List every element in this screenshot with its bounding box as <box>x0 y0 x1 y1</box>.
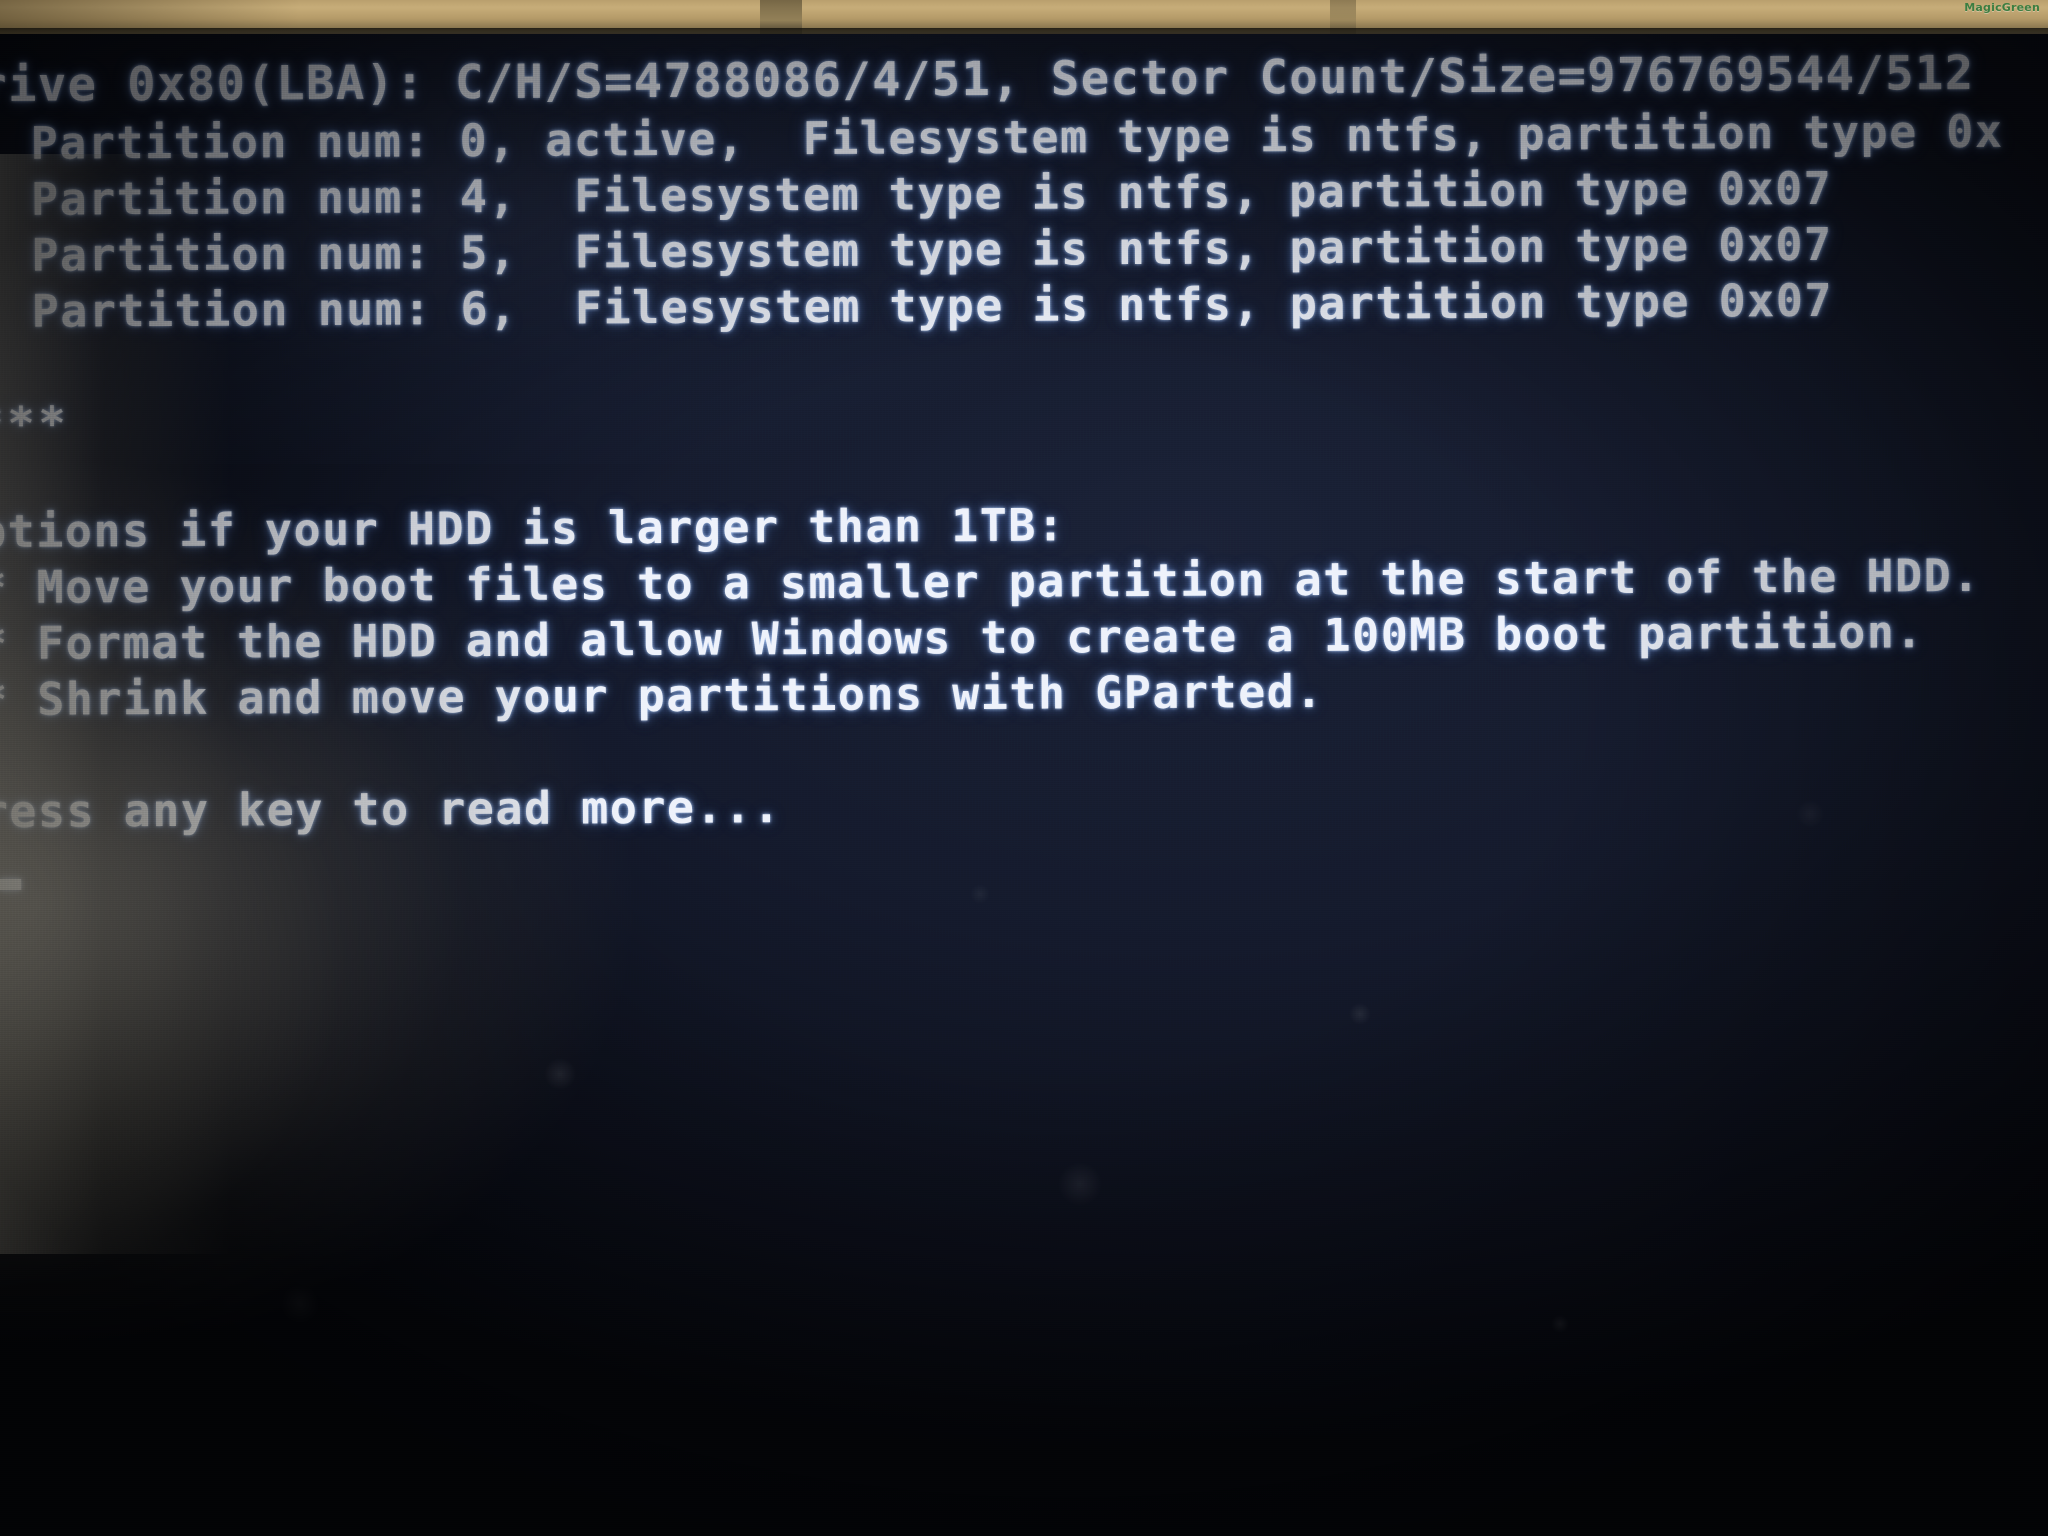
monitor-brand-label: MagicGreen <box>1964 1 2040 14</box>
screen-area: rive 0x80(LBA): C/H/S=4788086/4/51, Sect… <box>0 34 2048 1536</box>
partition-row-6: Partition num: 6, Filesystem type is ntf… <box>31 273 1834 338</box>
boot-console: rive 0x80(LBA): C/H/S=4788086/4/51, Sect… <box>0 34 2048 1536</box>
drive-info-line: rive 0x80(LBA): C/H/S=4788086/4/51, Sect… <box>0 45 1975 114</box>
option-item-shrink-move: * Shrink and move your partitions with G… <box>0 664 1325 727</box>
separator-asterisks: *** <box>0 396 70 451</box>
option-item-format-hdd: * Format the HDD and allow Windows to cr… <box>0 605 1925 671</box>
press-any-key-prompt: ress any key to read more... <box>0 780 782 839</box>
options-heading: ptions if your HDD is larger than 1TB: <box>0 498 1066 559</box>
monitor-photo: MagicGreen rive 0x80(LBA): C/H/S=4788086… <box>0 0 2048 1536</box>
text-cursor <box>0 878 22 891</box>
